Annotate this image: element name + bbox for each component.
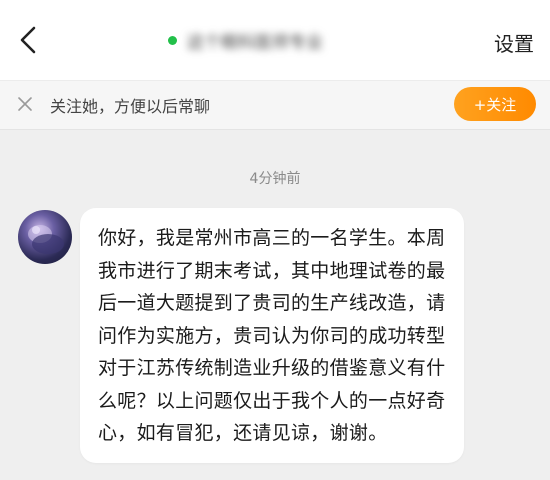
message-text: 你好，我是常州市高三的一名学生。本周我市进行了期末考试，其中地理试卷的最后一道大… bbox=[98, 227, 446, 444]
back-button[interactable] bbox=[10, 22, 46, 58]
follow-button[interactable]: +关注 bbox=[454, 87, 536, 121]
contact-name: 这个眼科医师专业 bbox=[187, 32, 323, 53]
online-status-dot bbox=[168, 35, 177, 45]
message-bubble[interactable]: 你好，我是常州市高三的一名学生。本周我市进行了期末考试，其中地理试卷的最后一道大… bbox=[80, 208, 464, 463]
chat-title: 这个眼科医师专业 bbox=[168, 26, 323, 54]
avatar[interactable] bbox=[18, 210, 72, 264]
avatar-image bbox=[28, 225, 64, 254]
chevron-left-icon bbox=[20, 26, 36, 54]
follow-suggestion-banner: 关注她，方便以后常聊 +关注 bbox=[0, 80, 550, 130]
message-timestamp: 4分钟前 bbox=[249, 171, 301, 187]
follow-prompt-text: 关注她，方便以后常聊 bbox=[50, 97, 211, 116]
dismiss-banner-button[interactable] bbox=[14, 93, 36, 115]
close-icon bbox=[18, 97, 32, 111]
top-navigation-bar: 这个眼科医师专业 设置 bbox=[0, 0, 550, 80]
settings-button[interactable]: 设置 bbox=[494, 28, 534, 57]
